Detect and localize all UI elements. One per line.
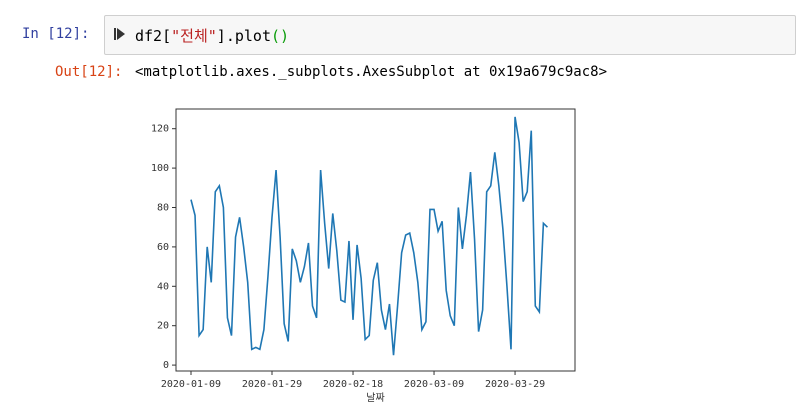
code-method: ].plot bbox=[216, 27, 271, 45]
input-prompt: In [12]: bbox=[22, 26, 90, 42]
y-tick-label: 100 bbox=[151, 163, 169, 174]
y-tick-label: 80 bbox=[157, 202, 169, 213]
code-cell-input[interactable]: df2["전체"].plot() bbox=[104, 15, 796, 55]
code-text[interactable]: df2["전체"].plot() bbox=[135, 25, 289, 46]
output-prompt: Out[12]: bbox=[55, 64, 123, 80]
y-tick-label: 60 bbox=[157, 242, 169, 253]
code-prefix: df2[ bbox=[135, 27, 172, 45]
y-tick-label: 40 bbox=[157, 281, 169, 292]
y-tick-label: 120 bbox=[151, 124, 169, 135]
output-text: <matplotlib.axes._subplots.AxesSubplot a… bbox=[135, 64, 608, 80]
x-axis-label: 날짜 bbox=[366, 392, 384, 404]
x-tick-label: 2020-02-18 bbox=[323, 379, 383, 390]
x-tick-label: 2020-03-09 bbox=[404, 379, 464, 390]
y-tick-label: 20 bbox=[157, 321, 169, 332]
line-chart: 0 20 40 60 80 100 120 2020-01-09 2020-01-29 2020-… bbox=[151, 108, 576, 404]
code-parens: () bbox=[270, 27, 290, 45]
run-cell-icon[interactable] bbox=[113, 27, 127, 41]
x-tick-label: 2020-01-29 bbox=[242, 379, 302, 390]
x-tick-label: 2020-01-09 bbox=[161, 379, 221, 390]
y-tick-label: 0 bbox=[163, 360, 169, 371]
code-string: "전체" bbox=[171, 27, 217, 45]
x-tick-label: 2020-03-29 bbox=[485, 379, 545, 390]
